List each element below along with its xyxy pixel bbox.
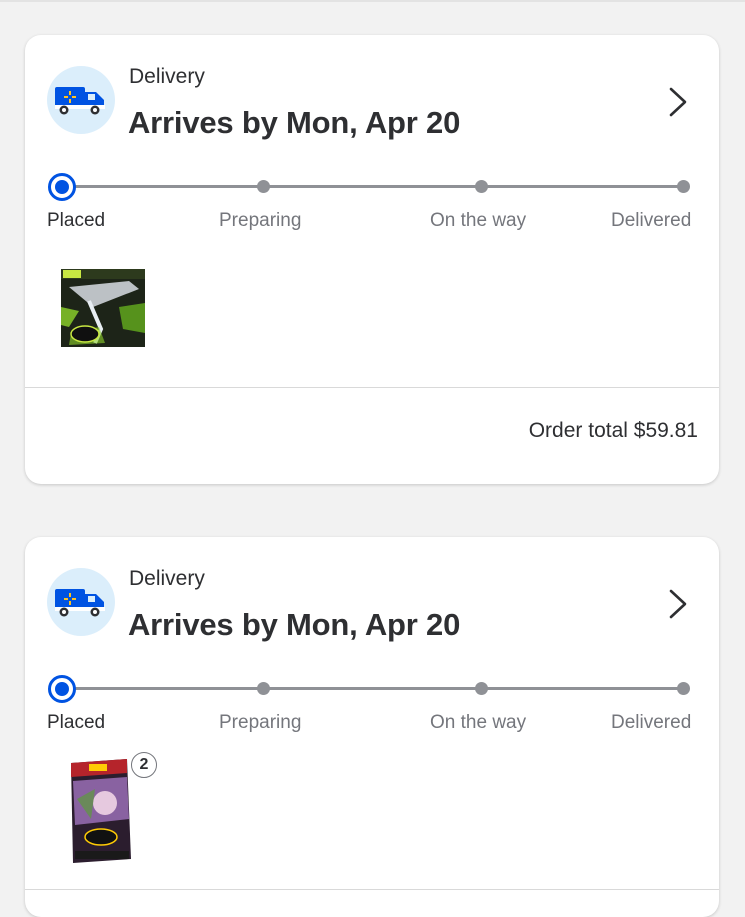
progress-track [62, 687, 684, 690]
order-total: Order total $59.81 [528, 419, 698, 442]
step-label-preparing: Preparing [219, 210, 302, 231]
step-label-on-the-way: On the way [430, 210, 527, 231]
item-thumbnail[interactable] [65, 759, 133, 865]
step-label-placed: Placed [47, 712, 106, 733]
arrival-title: Arrives by Mon, Apr 20 [128, 105, 461, 140]
step-dot-preparing [257, 682, 270, 695]
step-dot-placed [48, 675, 76, 703]
step-label-delivered: Delivered [611, 210, 692, 231]
step-dot-placed [48, 173, 76, 201]
step-label-placed: Placed [47, 210, 106, 231]
order-card[interactable]: Delivery Arrives by Mon, Apr 20 Placed P… [25, 35, 719, 484]
arrival-title: Arrives by Mon, Apr 20 [128, 607, 461, 642]
card-divider [25, 387, 719, 388]
order-card[interactable]: Delivery Arrives by Mon, Apr 20 Placed P… [25, 537, 719, 917]
step-dot-on-the-way [475, 180, 488, 193]
top-divider [0, 0, 745, 2]
step-label-delivered: Delivered [611, 712, 692, 733]
step-dot-on-the-way [475, 682, 488, 695]
delivery-truck-icon [47, 66, 115, 134]
step-dot-delivered [677, 180, 690, 193]
step-label-preparing: Preparing [219, 712, 302, 733]
progress-track [62, 185, 684, 188]
delivery-truck-icon [47, 568, 115, 636]
chevron-right-icon[interactable] [663, 587, 693, 621]
step-dot-preparing [257, 180, 270, 193]
step-dot-delivered [677, 682, 690, 695]
delivery-type: Delivery [129, 567, 205, 590]
delivery-type: Delivery [129, 65, 205, 88]
chevron-right-icon[interactable] [663, 85, 693, 119]
card-divider [25, 889, 719, 890]
step-label-on-the-way: On the way [430, 712, 527, 733]
item-thumbnail[interactable] [59, 267, 147, 349]
quantity-badge: 2 [131, 752, 157, 778]
